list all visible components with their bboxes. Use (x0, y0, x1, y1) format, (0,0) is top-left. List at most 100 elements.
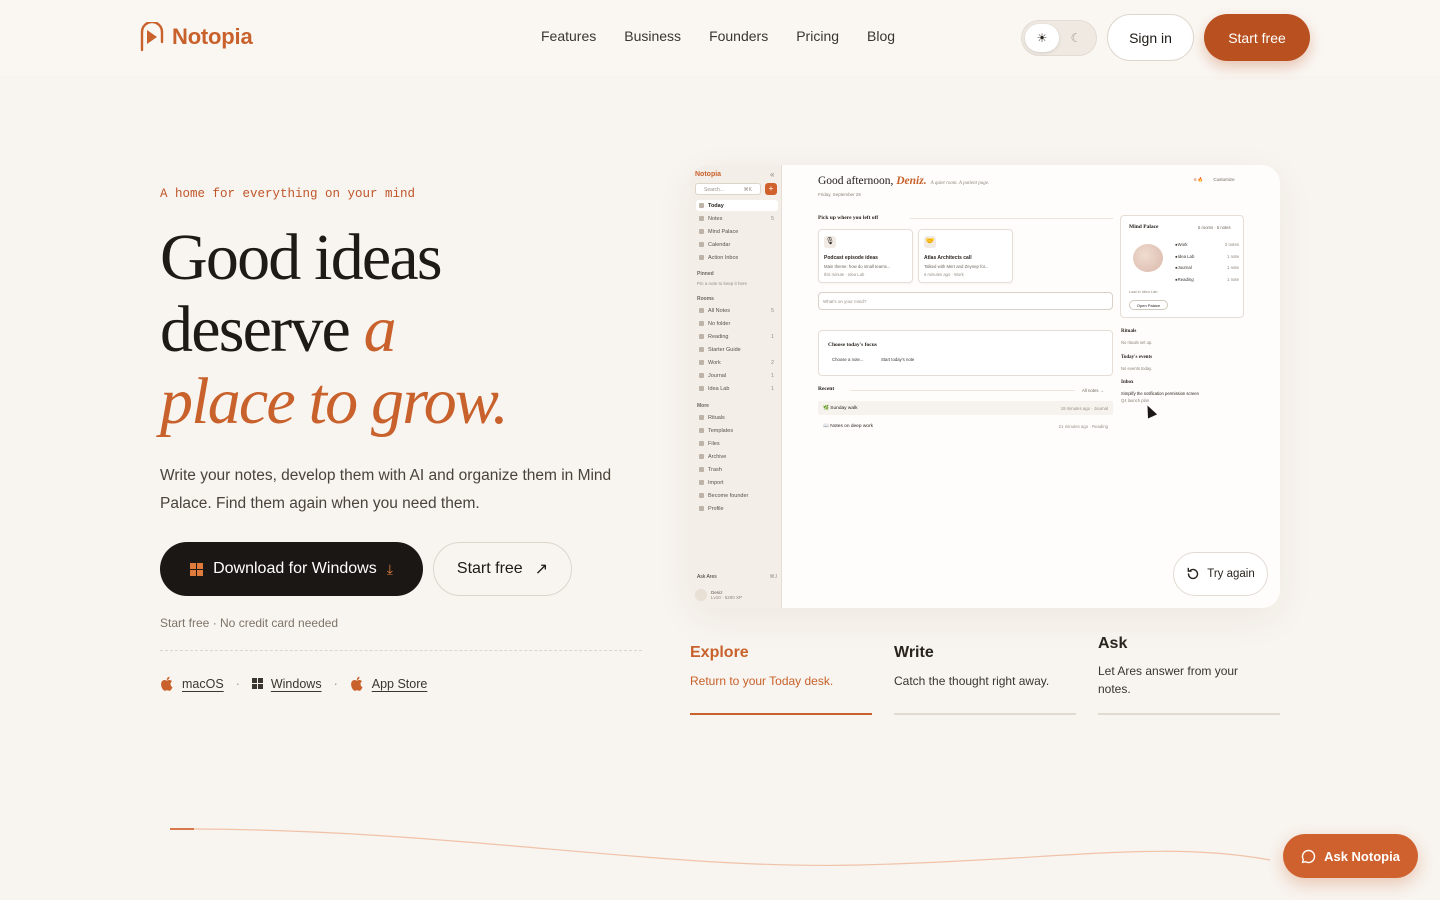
feature-tab-explore[interactable]: Explore Return to your Today desk. (690, 632, 872, 715)
feature-desc: Let Ares answer from your notes. (1098, 664, 1239, 696)
more-heading: More (697, 403, 709, 409)
moon-icon[interactable]: ☾ (1059, 24, 1093, 52)
more-import: Import (696, 477, 778, 488)
rooms-heading: Rooms (697, 296, 714, 302)
feature-desc: Return to your Today desk. (690, 674, 834, 688)
cursor-icon (1142, 403, 1158, 419)
room-work: Work 2 (696, 357, 778, 368)
more-files: Files (696, 438, 778, 449)
start-free-header-button[interactable]: Start free (1204, 14, 1310, 61)
headline-line-2: deserve (160, 293, 364, 366)
platform-links: macOS · Windows · App Store (160, 676, 427, 691)
no-credit-card-note: Start free · No credit card needed (160, 616, 339, 630)
windows-small-icon (251, 678, 263, 689)
preview-search: Search... ⌘K (695, 183, 761, 195)
headline-accent-a: a (363, 293, 397, 366)
collapse-icon: « (770, 170, 775, 179)
feature-tab-ask[interactable]: Ask Let Ares answer from your notes. (1098, 632, 1280, 715)
app-store-link[interactable]: App Store (372, 677, 428, 691)
room-journal: Journal 1 (696, 370, 778, 381)
headline-line-3: place to grow. (160, 365, 509, 438)
app-store-icon (350, 676, 363, 691)
recent-heading: Recent (818, 386, 835, 392)
room-idea-lab: Idea Lab 1 (696, 383, 778, 394)
macos-link[interactable]: macOS (182, 677, 224, 691)
pickup-heading: Pick up where you left off (818, 215, 879, 221)
download-windows-button[interactable]: Download for Windows ⤓ (160, 542, 423, 596)
feature-tab-write[interactable]: Write Catch the thought right away. (894, 632, 1076, 715)
logo[interactable]: Notopia (138, 22, 253, 52)
more-rituals: Rituals (696, 412, 778, 423)
windows-link[interactable]: Windows (271, 677, 322, 691)
nav-pricing[interactable]: Pricing (796, 28, 839, 44)
preview-profile: Deniz Lv10 · 5200 XP (695, 586, 777, 604)
sign-in-button[interactable]: Sign in (1107, 14, 1194, 61)
main-nav: Features Business Founders Pricing Blog (541, 28, 895, 44)
hero-subtext: Write your notes, develop them with AI a… (160, 467, 612, 512)
start-free-hero-button[interactable]: Start free ↗ (433, 542, 572, 596)
app-preview: Notopia « Search... ⌘K + Today Notes 5 Min… (690, 165, 1280, 608)
preview-greeting: Good afternoon, Deniz. A quiet room. A pa… (818, 175, 990, 187)
nav-features[interactable]: Features (541, 28, 596, 44)
preview-date: Friday, September 25 (818, 192, 861, 197)
notopia-logo-icon (140, 22, 164, 52)
nav-business[interactable]: Business (624, 28, 681, 44)
ask-notopia-button[interactable]: Ask Notopia (1283, 834, 1418, 878)
download-label: Download for Windows (213, 560, 377, 577)
preview-nav-mind-palace: Mind Palace (696, 226, 778, 237)
feature-title: Write (894, 644, 934, 661)
inbox-heading: Inbox (1121, 380, 1134, 385)
brain-icon (1133, 244, 1163, 272)
new-note-icon: + (765, 183, 777, 195)
site-header: Notopia Features Business Founders Prici… (0, 0, 1440, 76)
logo-text: Notopia (172, 24, 253, 49)
preview-logo: Notopia (695, 171, 722, 178)
try-again-button[interactable]: Try again (1173, 552, 1268, 596)
preview-nav-notes: Notes 5 (696, 213, 778, 224)
ask-notopia-label: Ask Notopia (1324, 848, 1400, 864)
room-reading: Reading 1 (696, 331, 778, 342)
dashed-divider (160, 650, 642, 651)
feature-title: Explore (690, 644, 749, 661)
decorative-wave (170, 828, 1271, 866)
nav-founders[interactable]: Founders (709, 28, 768, 44)
feature-title: Ask (1098, 635, 1128, 652)
pinned-hint: Pin a note to keep it here (697, 281, 748, 286)
hero-headline: Good ideas deserve a place to grow. (160, 221, 509, 438)
preview-main: Good afternoon, Deniz. A quiet room. A pa… (782, 165, 1280, 608)
more-trash: Trash (696, 464, 778, 475)
inbox-sub: Q4 launch plan (1121, 398, 1150, 403)
sun-icon[interactable]: ☀ (1025, 24, 1059, 52)
room-no-folder: No folder (696, 318, 778, 329)
try-again-label: Try again (1207, 568, 1255, 580)
refresh-icon (1187, 567, 1199, 580)
room-all-notes: All Notes 5 (696, 305, 778, 316)
pickup-card: 🎙 Podcast episode ideas Main theme: how … (818, 229, 913, 283)
more-templates: Templates (696, 425, 778, 436)
apple-icon (161, 676, 173, 691)
download-icon: ⤓ (386, 560, 393, 577)
events-heading: Today's events (1121, 355, 1153, 360)
room-starter-guide: Starter Guide (696, 344, 778, 355)
hero-eyebrow: A home for everything on your mind (160, 187, 416, 201)
arrow-up-right-icon: ↗ (534, 561, 549, 578)
rituals-heading: Rituals (1121, 329, 1137, 334)
preview-nav-action-inbox: Action Inbox (696, 252, 778, 263)
more-archive: Archive (696, 451, 778, 462)
mind-palace-card: Mind Palace 5 rooms · 5 notes ● Work 2 no… (1120, 215, 1244, 318)
preview-nav-today: Today (696, 200, 778, 211)
headline-line-1: Good ideas (160, 221, 443, 294)
feature-desc: Catch the thought right away. (894, 674, 1050, 688)
all-notes-link: All notes → (1082, 388, 1104, 393)
pickup-card: 🤝 Atlas Architects call Talked with Mert… (918, 229, 1013, 283)
theme-toggle[interactable]: ☀ ☾ (1021, 20, 1097, 56)
more-profile: Profile (696, 503, 778, 514)
recent-row: 🌿 Sunday walk 19 minutes ago · Journal (818, 401, 1113, 415)
events-sub: No events today. (1121, 366, 1153, 371)
windows-icon (190, 562, 204, 576)
start-free-label: Start free (456, 560, 523, 577)
avatar (695, 589, 707, 601)
nav-blog[interactable]: Blog (867, 28, 895, 44)
more-become-founder: Become founder (696, 490, 778, 501)
ask-ares-item: Ask Ares ⌘J (697, 574, 777, 580)
